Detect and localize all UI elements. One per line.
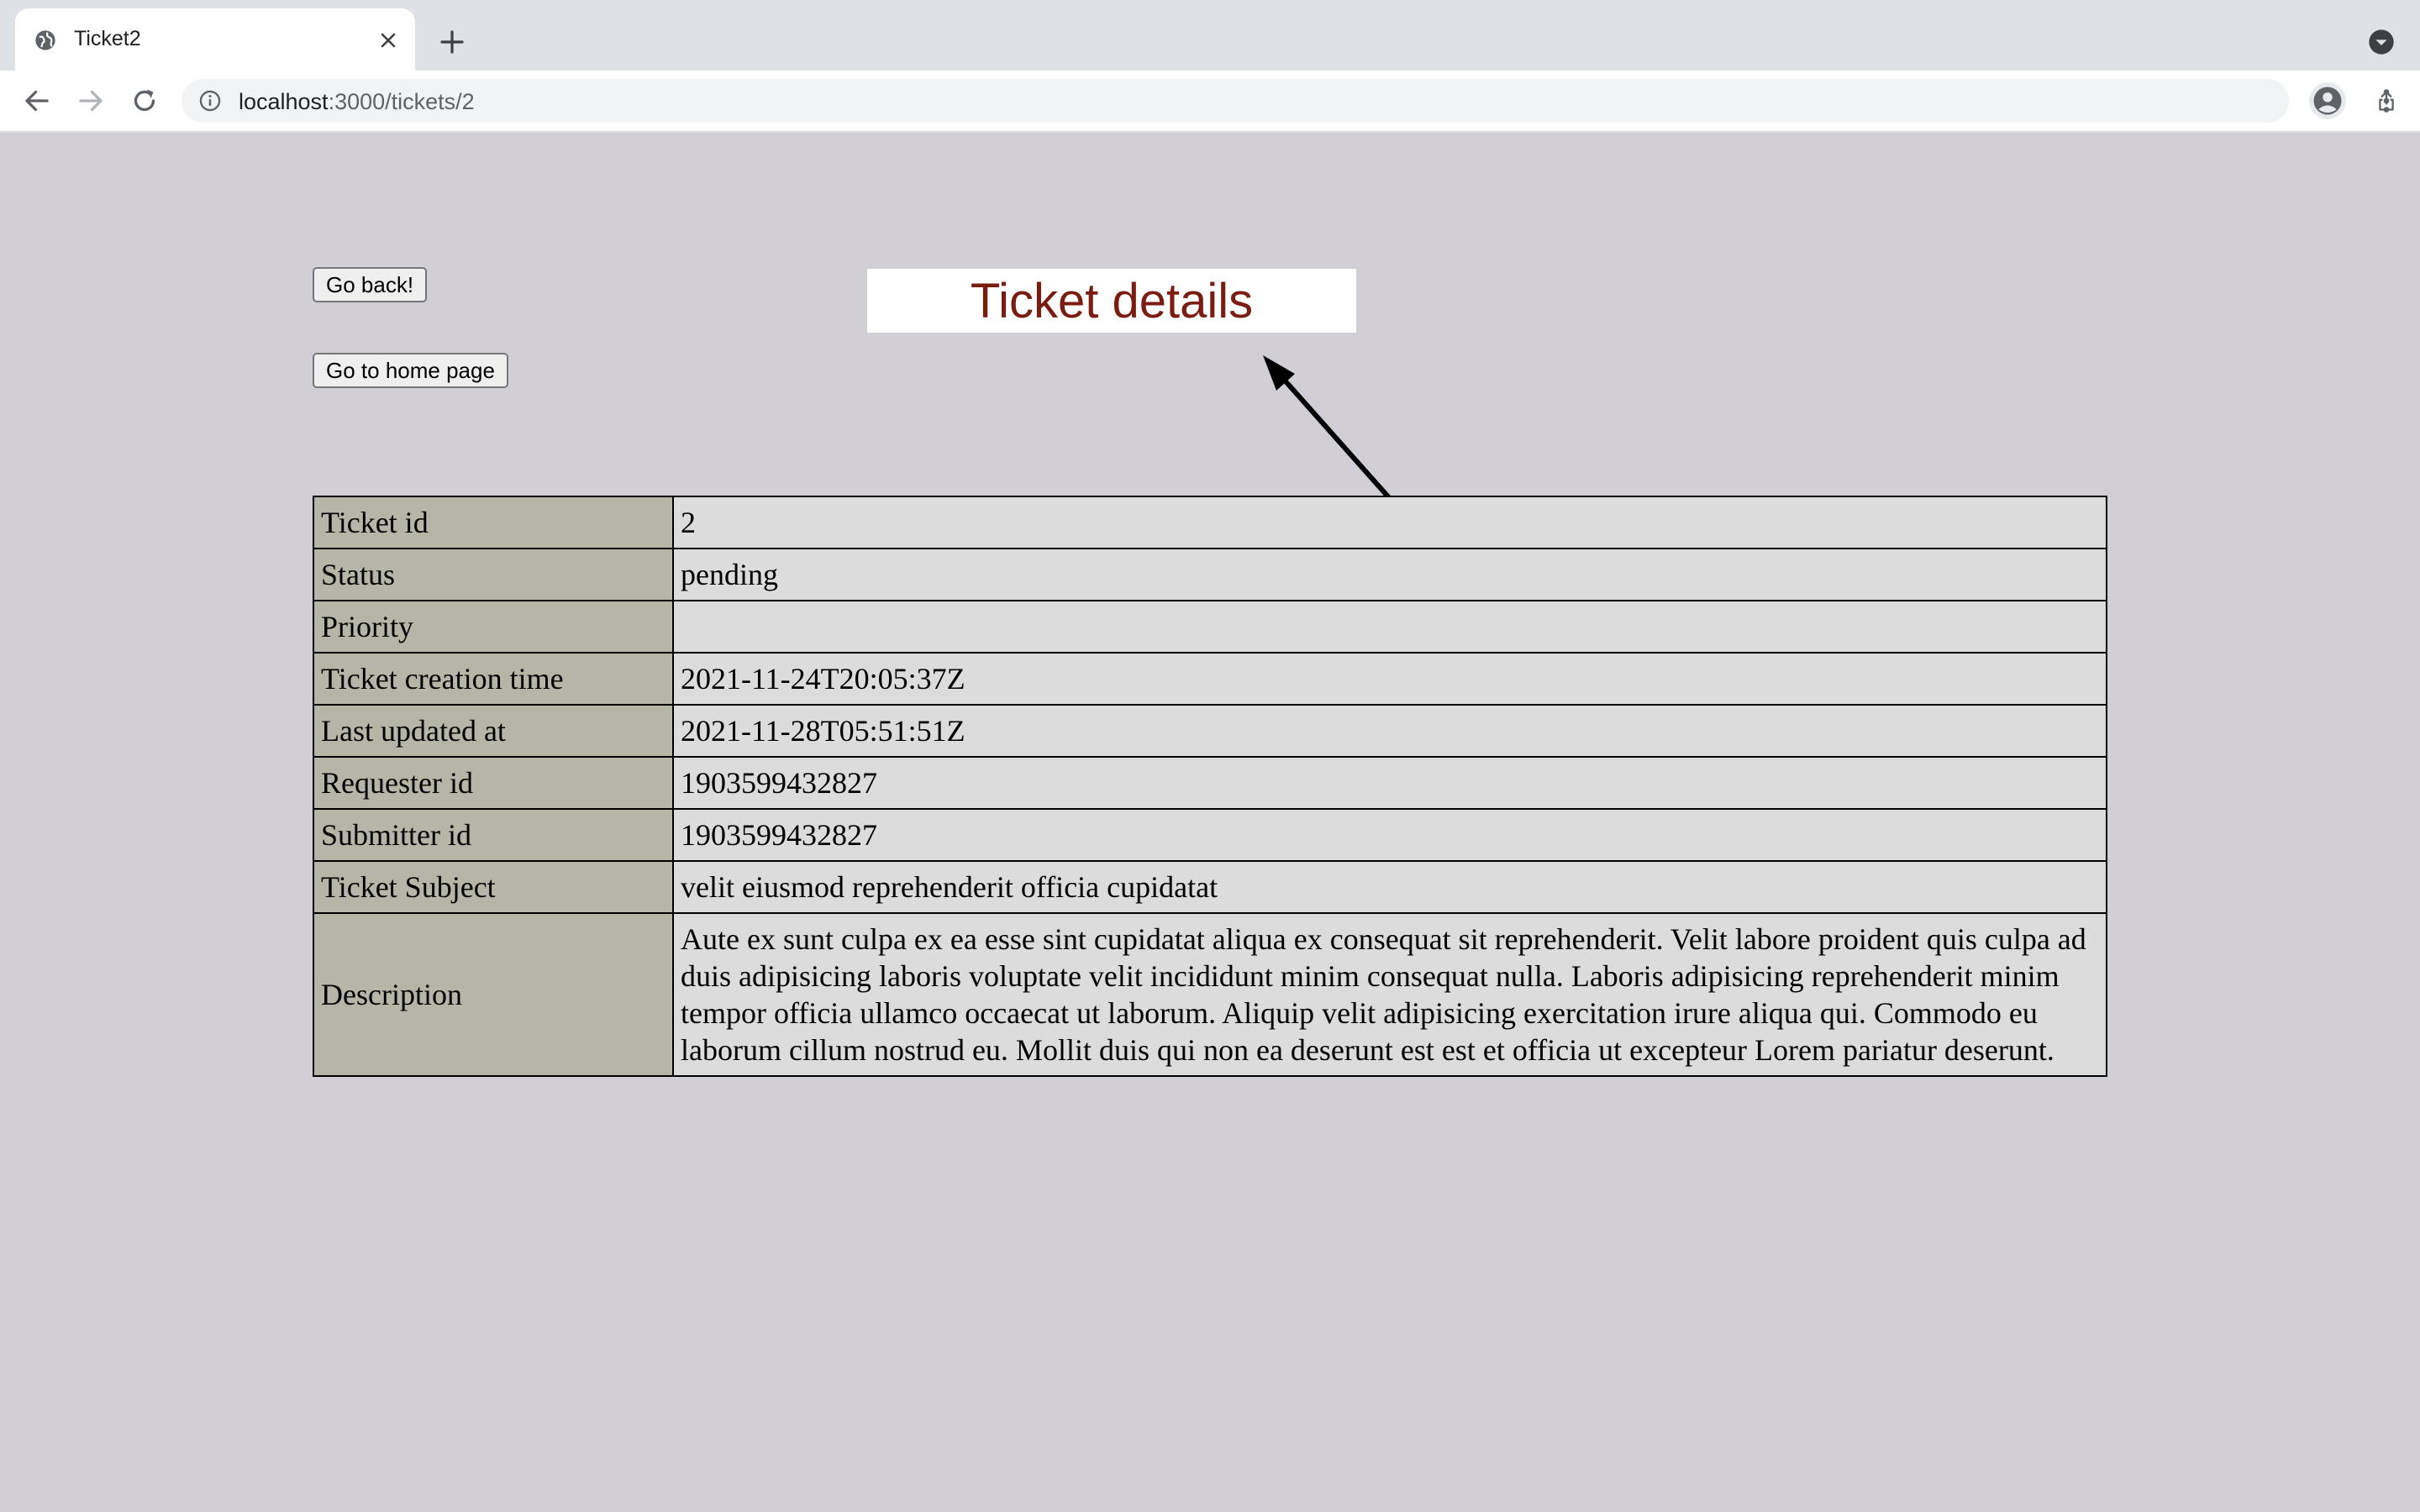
row-label: Description [313,912,674,1077]
row-label: Last updated at [313,704,674,758]
url-host: localhost [239,89,329,114]
address-bar[interactable]: localhost:3000/tickets/2 [182,79,2394,123]
row-value [672,600,2107,654]
ticket-details-table: Ticket id 2 Status pending Priority Tick… [313,496,2107,1077]
more-vert-icon[interactable] [2371,86,2402,116]
row-label: Priority [313,600,674,654]
row-label: Status [313,548,674,601]
row-value: 1903599432827 [672,756,2107,810]
table-row: Ticket creation time 2021-11-24T20:05:37… [313,652,2107,706]
tab-title: Ticket2 [74,27,141,50]
table-row: Last updated at 2021-11-28T05:51:51Z [313,704,2107,758]
tab-strip: Ticket2 [0,0,2420,71]
url-path: :3000/tickets/2 [328,89,475,114]
table-row: Ticket id 2 [313,496,2107,549]
row-value: velit eiusmod reprehenderit officia cupi… [672,860,2107,914]
close-icon[interactable] [378,30,398,50]
title-box: Ticket details [867,269,1356,333]
table-row: Status pending [313,548,2107,601]
info-icon[interactable] [198,89,222,113]
browser-tab[interactable]: Ticket2 [15,8,415,71]
table-row: Submitter id 1903599432827 [313,808,2107,862]
globe-icon [35,30,55,50]
row-label: Requester id [313,756,674,810]
row-label: Ticket creation time [313,652,674,706]
reload-icon[interactable] [129,86,160,116]
row-value: 2021-11-24T20:05:37Z [672,652,2107,706]
plus-icon[interactable] [439,29,466,55]
row-value: 2021-11-28T05:51:51Z [672,704,2107,758]
forward-icon[interactable] [76,86,106,116]
back-icon[interactable] [22,86,52,116]
row-value: Aute ex sunt culpa ex ea esse sint cupid… [672,912,2107,1077]
row-value: pending [672,548,2107,601]
row-label: Ticket id [313,496,674,549]
table-row: Priority [313,600,2107,654]
table-row: Ticket Subject velit eiusmod reprehender… [313,860,2107,914]
table-row: Description Aute ex sunt culpa ex ea ess… [313,912,2107,1077]
go-back-button[interactable]: Go back! [313,267,428,302]
row-value: 2 [672,496,2107,549]
tab-search-icon[interactable] [2368,29,2395,55]
profile-button[interactable] [2309,82,2346,119]
row-label: Ticket Subject [313,860,674,914]
table-row: Requester id 1903599432827 [313,756,2107,810]
home-page-button[interactable]: Go to home page [313,353,508,388]
profile-icon [2313,87,2342,115]
page-title: Ticket details [970,273,1254,328]
url-text: localhost:3000/tickets/2 [239,89,475,115]
browser-toolbar: localhost:3000/tickets/2 [0,71,2420,133]
row-value: 1903599432827 [672,808,2107,862]
row-label: Submitter id [313,808,674,862]
